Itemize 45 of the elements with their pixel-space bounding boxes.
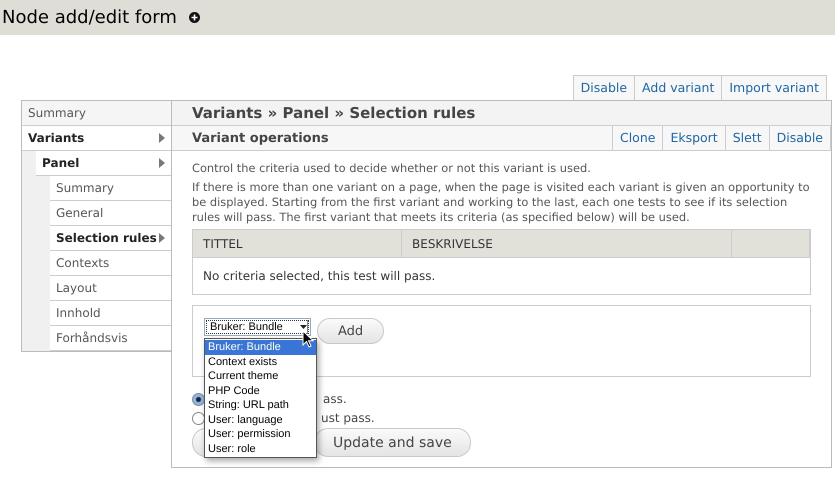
operation-link[interactable]: Disable <box>768 126 830 150</box>
sidebar-item[interactable]: General <box>50 201 171 226</box>
section-title: Variant operations <box>191 130 329 146</box>
breadcrumb-heading: Variants » Panel » Selection rules <box>172 101 831 126</box>
add-button[interactable]: Add <box>317 318 384 344</box>
sidebar-item[interactable]: Panel <box>36 151 171 176</box>
page-title: Node add/edit form <box>2 7 177 28</box>
dropdown-option[interactable]: User: language <box>205 412 316 427</box>
dropdown-option[interactable]: PHP Code <box>205 384 316 398</box>
dropdown-option[interactable]: String: URL path <box>205 398 316 412</box>
action-link[interactable]: Disable <box>574 76 634 100</box>
dropdown-option[interactable]: Current theme <box>205 369 316 384</box>
column-header: TITTEL <box>193 230 402 257</box>
sidebar-item[interactable]: Contexts <box>50 251 171 276</box>
operation-link[interactable]: Clone <box>612 126 662 150</box>
sidebar-item[interactable]: Selection rules <box>50 226 171 251</box>
description-text: If there is more than one variant on a page, when the page is visited each variant is given an opportunity to be displayed. Starting from the first variant and working to the last, each one tests to see if its selection rules will pass. The first variant that meets its criteria (as specified below) will be used. <box>192 180 811 225</box>
dropdown-option[interactable]: User: permission <box>205 427 316 442</box>
radio-button[interactable] <box>192 412 205 424</box>
radio-label: ust pass. <box>321 411 375 425</box>
intro-text: Control the criteria used to decide whether or not this variant is used. <box>192 161 592 176</box>
sidebar-item[interactable]: Forhåndsvis <box>50 326 171 351</box>
caret-icon <box>299 320 308 334</box>
action-link[interactable]: Add variant <box>634 76 722 100</box>
operation-link[interactable]: Eksport <box>662 126 725 150</box>
arrow-right-icon <box>159 158 165 168</box>
column-header: BESKRIVELSE <box>402 230 732 257</box>
table-cell: No criteria selected, this test will pass. <box>193 257 810 294</box>
radio-button[interactable] <box>192 392 205 406</box>
arrow-right-icon <box>159 233 165 243</box>
dropdown-option[interactable]: Bruker: Bundle <box>205 340 316 354</box>
dropdown-option[interactable]: User: role <box>205 442 316 456</box>
sidebar-item[interactable]: Innhold <box>50 301 171 326</box>
sidebar-item[interactable]: Variants <box>22 126 171 151</box>
dropdown-option[interactable]: Context exists <box>205 354 316 369</box>
radio-label: ass. <box>323 392 347 406</box>
sidebar-item[interactable]: Layout <box>50 276 171 301</box>
action-link[interactable]: Import variant <box>721 76 826 100</box>
sidebar-item[interactable]: Summary <box>50 176 171 201</box>
criteria-select[interactable]: Bruker: Bundle <box>204 318 311 336</box>
sidebar-item[interactable]: Summary <box>22 101 171 126</box>
update-save-button[interactable]: Update and save <box>314 428 471 457</box>
operation-link[interactable]: Slett <box>724 126 769 150</box>
add-icon[interactable] <box>188 12 200 23</box>
arrow-right-icon <box>159 133 165 143</box>
